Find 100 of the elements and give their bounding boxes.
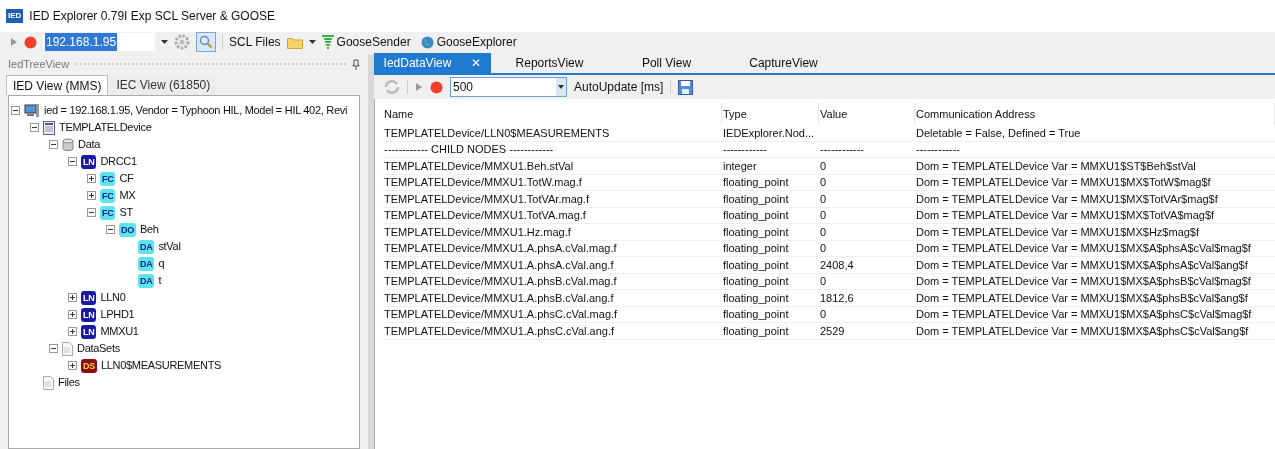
collapse-icon[interactable] — [30, 123, 39, 132]
tree-item-label[interactable]: TEMPLATELDevice — [59, 119, 152, 136]
table-cell: TEMPLATELDevice/MMXU1.A.phsA.cVal.mag.f — [384, 242, 617, 254]
table-cell: 0 — [820, 209, 827, 221]
tree-item-label[interactable]: t — [158, 272, 162, 289]
record-icon[interactable] — [430, 80, 443, 94]
node-badge: DS — [81, 358, 97, 373]
collapse-icon[interactable] — [49, 344, 58, 353]
table-cell: TEMPLATELDevice/MMXU1.A.phsB.cVal.mag.f — [384, 275, 617, 287]
column-header[interactable]: Name — [383, 103, 722, 125]
expand-icon[interactable] — [68, 327, 77, 336]
tab[interactable]: IedDataView ✕ — [374, 53, 491, 73]
tree-item-label[interactable]: LLN0$MEASUREMENTS — [100, 357, 222, 374]
device-icon — [43, 120, 55, 135]
interval-dropdown[interactable]: 500 — [450, 77, 567, 97]
table-cell: Dom = TEMPLATELDevice Var = MMXU1$MX$A$phsA$cVal$ang$f — [916, 258, 1248, 271]
record-icon[interactable] — [24, 35, 37, 49]
tree-item-label[interactable]: DRCC1 — [100, 153, 137, 170]
node-badge: LN — [81, 154, 97, 169]
column-header[interactable]: Communication Address — [915, 103, 1275, 125]
goose-explorer-button[interactable]: GooseExplorer — [420, 33, 517, 51]
app-logo: IED — [6, 9, 24, 23]
tree-item-label[interactable]: Data — [78, 136, 101, 153]
table-cell: TEMPLATELDevice/LLN0$MEASUREMENTS — [384, 126, 610, 139]
column-header[interactable]: Value — [819, 103, 915, 125]
close-icon[interactable]: ✕ — [471, 54, 482, 72]
pin-icon[interactable] — [352, 58, 360, 70]
tree-item-label[interactable]: MMXU1 — [100, 323, 139, 340]
table-cell: Dom = TEMPLATELDevice Var = MMXU1$MX$TotVAr$mag$f — [916, 192, 1218, 205]
tree-item-label[interactable]: MX — [119, 187, 136, 204]
tree-item-label[interactable]: ied = 192.168.1.95, Vendor = Typhoon HIL, Model = HIL 402, Revi — [44, 102, 348, 119]
table-cell: TEMPLATELDevice/MMXU1.Beh.stVal — [384, 159, 574, 172]
table-cell: Dom = TEMPLATELDevice Var = MMXU1$MX$A$phsA$cVal$mag$f — [916, 242, 1251, 254]
collapse-icon[interactable] — [68, 157, 77, 166]
table-cell: floating_point — [723, 324, 789, 337]
table-cell: integer — [723, 159, 757, 172]
table-cell: ------------ — [723, 143, 767, 155]
expand-icon[interactable] — [87, 174, 96, 183]
address-field[interactable]: 192.168.1.95 — [43, 33, 155, 51]
search-button[interactable] — [196, 32, 216, 52]
collapse-icon[interactable] — [49, 140, 58, 149]
table-cell: Dom = TEMPLATELDevice Var = MMXU1$MX$A$phsB$cVal$ang$f — [916, 291, 1248, 304]
globe-icon — [420, 35, 434, 49]
panel-title: IedTreeView — [8, 56, 70, 72]
tab[interactable]: CaptureView — [725, 53, 842, 73]
node-badge: DO — [119, 222, 136, 237]
tab[interactable]: IED View (MMS) — [6, 75, 109, 95]
table-cell: 0 — [820, 308, 827, 320]
tree-item-label[interactable]: DataSets — [77, 340, 120, 357]
tree-item-label[interactable]: ST — [119, 204, 133, 221]
signal-icon — [321, 35, 334, 49]
tree-item-label[interactable]: stVal — [158, 238, 181, 255]
tree-item-label[interactable]: q — [158, 255, 165, 272]
table-cell: Dom = TEMPLATELDevice Var = MMXU1$MX$A$phsC$cVal$ang$f — [916, 324, 1249, 337]
node-badge: DA — [138, 273, 155, 288]
collapse-icon[interactable] — [106, 225, 115, 234]
tree-item-label[interactable]: Files — [58, 374, 80, 391]
goose-sender-button[interactable]: GooseSender — [321, 33, 411, 51]
tab[interactable]: Poll View — [608, 53, 725, 73]
tree-item-label[interactable]: LLN0 — [100, 289, 126, 306]
caret-icon[interactable] — [161, 40, 168, 44]
expand-icon[interactable] — [68, 310, 77, 319]
table-cell: 0 — [820, 192, 827, 205]
table-cell: 0 — [820, 176, 827, 188]
caret-icon[interactable] — [308, 40, 316, 44]
expand-icon[interactable] — [68, 361, 77, 370]
save-icon[interactable] — [678, 79, 694, 95]
collapse-icon[interactable] — [11, 106, 20, 115]
table-cell: TEMPLATELDevice/MMXU1.Hz.mag.f — [384, 225, 571, 238]
table-cell: 0 — [820, 225, 827, 238]
column-header[interactable]: Type — [722, 103, 819, 125]
table-cell: TEMPLATELDevice/MMXU1.TotVAr.mag.f — [384, 192, 589, 205]
table-cell: floating_point — [723, 225, 789, 238]
node-badge: FC — [100, 171, 116, 186]
table-cell: floating_point — [723, 275, 789, 287]
table-cell: Dom = TEMPLATELDevice Var = MMXU1$MX$Hz$mag$f — [916, 225, 1200, 238]
node-badge: LN — [81, 307, 97, 322]
tree-item-label[interactable]: CF — [119, 170, 134, 187]
expand-icon[interactable] — [68, 293, 77, 302]
table-cell: TEMPLATELDevice/MMXU1.A.phsC.cVal.ang.f — [384, 324, 615, 337]
table-cell: 0 — [820, 159, 827, 172]
table-cell: Dom = TEMPLATELDevice Var = MMXU1$ST$Beh$stVal — [916, 159, 1196, 172]
table-cell: TEMPLATELDevice/MMXU1.TotVA.mag.f — [384, 209, 586, 221]
document-icon — [43, 375, 54, 390]
tab[interactable]: IEC View (61850) — [110, 75, 217, 95]
table-cell: floating_point — [723, 209, 789, 221]
collapse-icon[interactable] — [87, 208, 96, 217]
table-cell: ------------ — [820, 143, 864, 155]
scl-files-label[interactable]: SCL Files — [229, 33, 281, 51]
table-cell: floating_point — [723, 308, 789, 320]
table-cell: Deletable = False, Defined = True — [916, 126, 1081, 139]
table-cell: 0 — [820, 242, 827, 254]
table-cell: Dom = TEMPLATELDevice Var = MMXU1$MX$TotVA$mag$f — [916, 209, 1215, 221]
expand-icon[interactable] — [87, 191, 96, 200]
table-cell: floating_point — [723, 258, 789, 271]
tree-item-label[interactable]: LPHD1 — [100, 306, 135, 323]
tree-item-label[interactable]: Beh — [139, 221, 159, 238]
table-cell: TEMPLATELDevice/MMXU1.TotW.mag.f — [384, 176, 582, 188]
tab[interactable]: ReportsView — [491, 53, 608, 73]
node-badge: FC — [100, 188, 116, 203]
